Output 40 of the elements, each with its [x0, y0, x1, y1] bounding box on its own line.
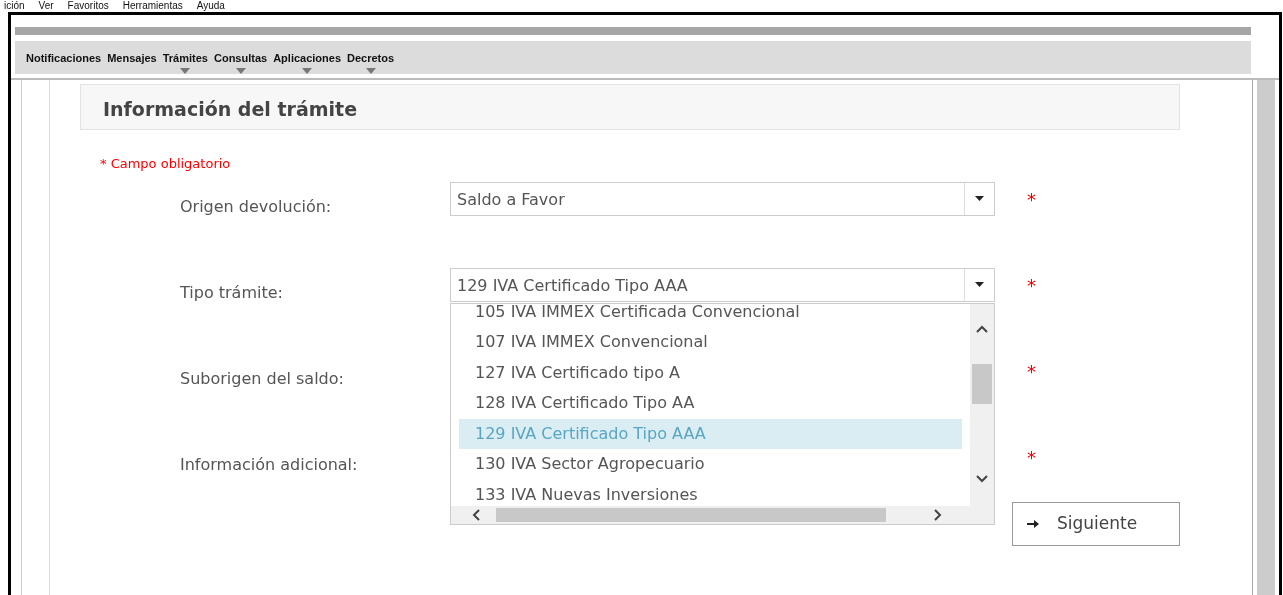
caret-icon	[180, 67, 191, 74]
dropdown-option[interactable]: 105 IVA IMMEX Certificada Convencional	[459, 303, 962, 327]
menu-item[interactable]: Herramientas	[122, 0, 183, 12]
required-note: * Campo obligatorio	[100, 155, 232, 173]
select-field[interactable]: Saldo a Favor	[450, 181, 995, 216]
next-button[interactable]: Siguiente	[1012, 501, 1180, 546]
scrollbar-thumb[interactable]	[496, 507, 886, 522]
scrollbar[interactable]	[451, 505, 994, 524]
required-mark: *	[1027, 187, 1036, 212]
field-label: Suborigen del saldo:	[180, 367, 345, 390]
required-mark: *	[1027, 273, 1036, 298]
caret-icon	[235, 67, 246, 74]
nav-item[interactable]: Notificaciones	[25, 41, 103, 74]
field-label: Origen devolución:	[180, 195, 333, 218]
nav-item[interactable]: Consultas	[212, 41, 269, 74]
caret-icon	[365, 67, 376, 74]
nav-item[interactable]: Trámites	[161, 41, 209, 74]
section-title: Información del trámite	[80, 84, 1180, 130]
dropdown-option[interactable]: 130 IVA Sector Agropecuario	[459, 449, 962, 480]
caret-icon	[975, 282, 984, 287]
field-label: Tipo trámite:	[180, 281, 284, 304]
nav-item[interactable]: Decretos	[346, 41, 396, 74]
nav-item[interactable]: Aplicaciones	[272, 41, 342, 74]
required-mark: *	[1027, 359, 1036, 384]
nav-item[interactable]: Mensajes	[106, 41, 158, 74]
required-mark: *	[1027, 445, 1036, 470]
arrow-right-icon	[1027, 519, 1039, 528]
dropdown-option[interactable]: 107 IVA IMMEX Convencional	[459, 327, 962, 358]
menu-item[interactable]: Favoritos	[67, 0, 109, 12]
dropdown-option[interactable]: 128 IVA Certificado Tipo AA	[459, 388, 962, 419]
menu-item[interactable]: Ver	[38, 0, 54, 12]
dropdown-option[interactable]: 127 IVA Certificado tipo A	[459, 357, 962, 388]
scrollbar[interactable]	[970, 303, 994, 508]
caret-icon	[975, 196, 984, 201]
caret-icon	[302, 67, 313, 74]
menu-item[interactable]: Ayuda	[196, 0, 225, 12]
field-label: Información adicional:	[180, 453, 359, 476]
menu-item[interactable]: ición	[4, 0, 25, 12]
scrollbar-thumb[interactable]	[972, 363, 992, 404]
dropdown-option[interactable]: 133 IVA Nuevas Inversiones	[459, 479, 962, 510]
